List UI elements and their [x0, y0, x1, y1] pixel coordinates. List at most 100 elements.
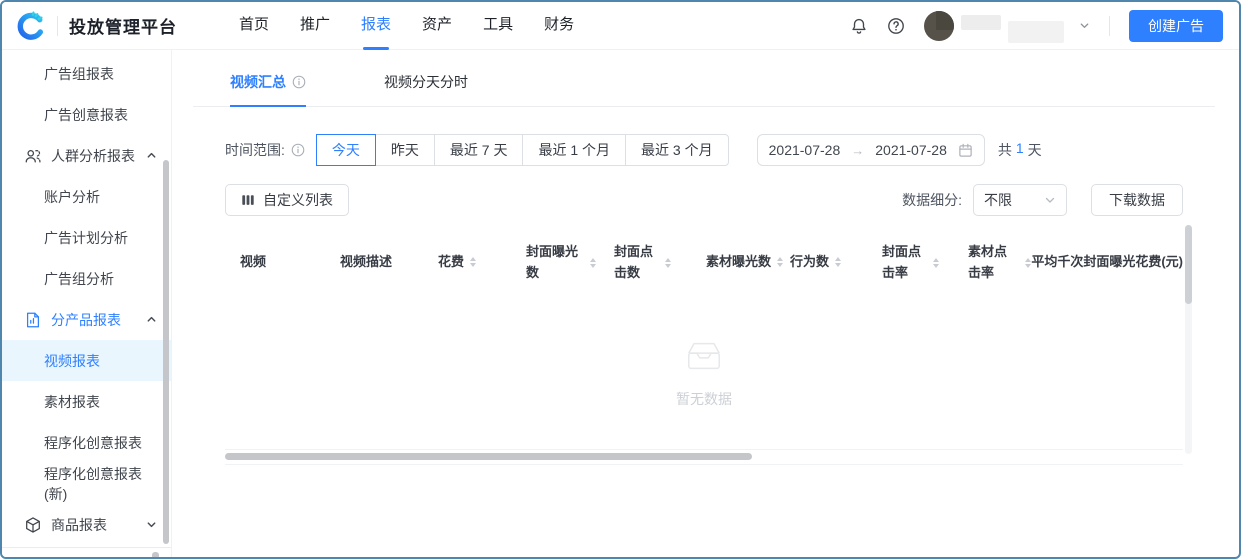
column-header-label: 封面点击率	[882, 244, 922, 280]
column-header[interactable]: 视频	[240, 252, 340, 272]
nav-item[interactable]: 首页	[239, 2, 269, 50]
empty-text: 暂无数据	[676, 391, 732, 407]
divider	[2, 547, 171, 548]
chevron-icon	[146, 519, 157, 530]
customize-columns-button[interactable]: 自定义列表	[225, 184, 349, 216]
sidebar-item-label: 商品报表	[51, 516, 107, 533]
horizontal-scrollbar[interactable]	[225, 453, 1183, 460]
column-header-label: 花费	[438, 254, 465, 270]
nav-item[interactable]: 财务	[544, 2, 574, 50]
brand: 投放管理平台	[16, 10, 177, 41]
sidebar-item[interactable]: 账户分析	[2, 176, 171, 217]
column-header[interactable]: 封面点击率	[882, 242, 968, 282]
sidebar-item[interactable]: 分产品报表	[2, 299, 171, 340]
create-ad-button[interactable]: 创建广告	[1129, 9, 1223, 42]
column-header[interactable]: 行为数	[790, 252, 882, 272]
divider	[1109, 15, 1110, 36]
sidebar-scrollbar-thumb[interactable]	[163, 160, 169, 544]
column-header[interactable]: 视频描述	[340, 252, 438, 272]
nav-item[interactable]: 工具	[483, 2, 513, 50]
topbar-right: 创建广告	[850, 9, 1223, 43]
report-file-icon	[24, 311, 42, 329]
tab[interactable]: 视频分天分时	[384, 72, 468, 107]
column-header-label: 素材点击率	[968, 244, 1008, 280]
column-header[interactable]: 平均千次封面曝光花费(元)	[1031, 252, 1183, 272]
tab[interactable]: 视频汇总	[230, 72, 306, 107]
sidebar-item[interactable]: 视频报表	[2, 340, 171, 381]
info-icon[interactable]	[292, 75, 306, 89]
sidebar-item[interactable]: 程序化创意报表	[2, 422, 171, 463]
info-icon[interactable]	[291, 143, 305, 157]
quick-range-button[interactable]: 最近 7 天	[433, 134, 524, 166]
sidebar-item-label: 程序化创意报表(新)	[44, 465, 142, 502]
start-date[interactable]: 2021-07-28	[769, 142, 841, 158]
sidebar-item-label: 账户分析	[44, 188, 100, 205]
end-date[interactable]: 2021-07-28	[875, 142, 947, 158]
column-header[interactable]: 封面曝光数	[526, 242, 614, 282]
horizontal-scrollbar-thumb[interactable]	[225, 453, 752, 460]
sidebar-item[interactable]: 商品报表	[2, 504, 171, 545]
top-navbar: 投放管理平台 首页 推广 报表 资产 工具 财务 创建广告	[2, 2, 1239, 50]
sort-icon[interactable]	[665, 257, 671, 268]
sort-icon[interactable]	[777, 257, 784, 268]
sort-icon[interactable]	[590, 257, 596, 268]
redacted-username	[1008, 20, 1064, 43]
total-days-suffix: 天	[1027, 142, 1042, 158]
vertical-scrollbar[interactable]	[1185, 225, 1192, 454]
column-header[interactable]: 素材曝光数	[706, 252, 790, 272]
chevron-icon	[146, 150, 157, 161]
sidebar-item-label: 广告组报表	[44, 65, 114, 82]
sidebar-item[interactable]: 程序化创意报表(新)	[2, 463, 171, 504]
sidebar-item-label: 广告创意报表	[44, 106, 128, 123]
sidebar-item[interactable]: 广告计划分析	[2, 217, 171, 258]
quick-range-button[interactable]: 最近 3 个月	[625, 134, 729, 166]
date-range-picker[interactable]: 2021-07-28 → 2021-07-28	[756, 134, 985, 166]
download-data-button[interactable]: 下载数据	[1091, 184, 1183, 216]
sort-icon[interactable]	[470, 257, 477, 268]
breakdown-select[interactable]: 不限	[973, 184, 1067, 216]
sort-icon[interactable]	[933, 257, 939, 268]
column-header-label: 视频	[240, 254, 267, 270]
sort-icon[interactable]	[835, 257, 842, 268]
chevron-down-icon	[1079, 20, 1090, 31]
divider	[225, 464, 1183, 465]
app-window: 投放管理平台 首页 推广 报表 资产 工具 财务 创建广告 广告组报表 广告创意…	[0, 0, 1241, 559]
page-body: 广告组报表 广告创意报表 人群分析报表 账户分析 广告计划分析 广告组分析 分产…	[2, 50, 1239, 557]
divider	[57, 15, 58, 36]
empty-box-icon	[681, 336, 727, 376]
quick-range-group: 今天 昨天 最近 7 天 最近 1 个月 最近 3 个月	[315, 134, 729, 166]
sidebar-item[interactable]: 人群分析报表	[2, 135, 171, 176]
sidebar-item-label: 广告计划分析	[44, 229, 128, 246]
help-icon[interactable]	[887, 17, 905, 35]
empty-state: 暂无数据	[676, 336, 732, 409]
sidebar-item[interactable]: 广告创意报表	[2, 94, 171, 135]
tab-label: 视频分天分时	[384, 74, 468, 90]
sidebar-item[interactable]: 广告组分析	[2, 258, 171, 299]
sidebar-item-label: 分产品报表	[51, 311, 121, 328]
app-logo-icon[interactable]	[16, 10, 46, 41]
chevron-icon	[146, 314, 157, 325]
filter-row: 时间范围: 今天 昨天 最近 7 天 最近 1 个月 最近 3 个月 2021-…	[225, 134, 1183, 166]
scrollbar-stub[interactable]	[152, 552, 159, 557]
quick-range-button[interactable]: 昨天	[374, 134, 435, 166]
nav-item[interactable]: 报表	[361, 2, 391, 50]
column-header-label: 封面曝光数	[526, 244, 579, 280]
notifications-bell-icon[interactable]	[850, 17, 868, 35]
chevron-down-icon	[1044, 194, 1056, 206]
column-header[interactable]: 花费	[438, 252, 526, 272]
main-content: 视频汇总 视频分天分时 时间范围: 今天 昨天 最近 7 天 最近 1 个月 最…	[172, 50, 1239, 557]
sidebar-item[interactable]: 广告组报表	[2, 53, 171, 94]
nav-item[interactable]: 推广	[300, 2, 330, 50]
column-header[interactable]: 封面点击数	[614, 242, 706, 282]
vertical-scrollbar-thumb[interactable]	[1185, 225, 1192, 304]
customize-columns-label: 自定义列表	[263, 192, 333, 208]
user-menu[interactable]	[924, 9, 1090, 43]
column-header-label: 行为数	[790, 254, 830, 270]
sidebar-menu: 广告组报表 广告创意报表 人群分析报表 账户分析 广告计划分析 广告组分析 分产…	[2, 53, 171, 545]
column-header[interactable]: 素材点击率	[968, 242, 1032, 282]
nav-item[interactable]: 资产	[422, 2, 452, 50]
sidebar-item[interactable]: 素材报表	[2, 381, 171, 422]
quick-range-button[interactable]: 今天	[315, 134, 376, 166]
quick-range-button[interactable]: 最近 1 个月	[522, 134, 627, 166]
sidebar-item-label: 视频报表	[44, 352, 100, 369]
